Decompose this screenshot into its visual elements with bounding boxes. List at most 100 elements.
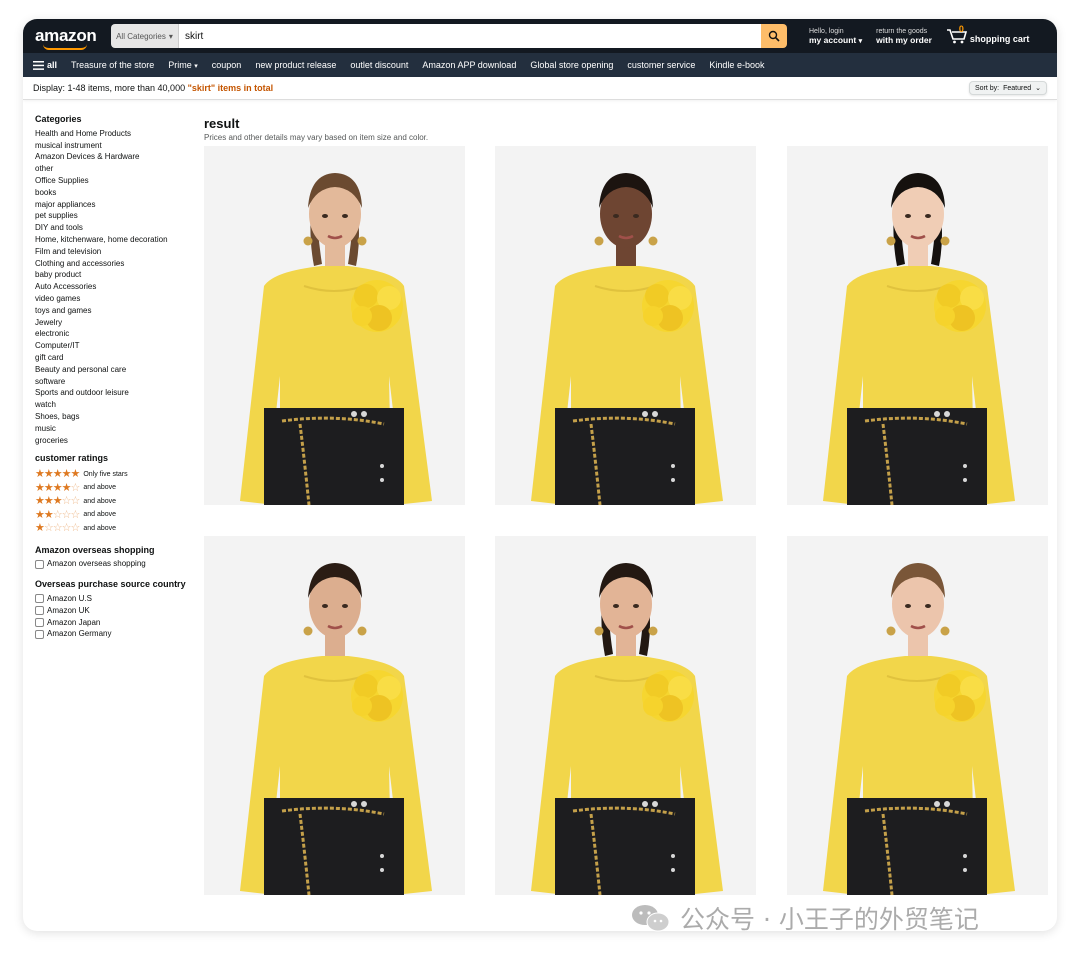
source-country-row[interactable]: Amazon Japan (35, 617, 205, 629)
category-item[interactable]: Auto Accessories (35, 281, 205, 293)
ratings-title: customer ratings (35, 453, 109, 464)
watermark-text: 公众号 · 小王子的外贸笔记 (680, 905, 979, 934)
category-list: Health and Home Products musical instrume… (35, 128, 205, 447)
sort-dropdown[interactable]: Sort by: Featured ⌄ (968, 81, 1047, 95)
category-item[interactable]: pet supplies (35, 210, 205, 222)
checkbox[interactable] (35, 594, 44, 604)
search-icon (768, 30, 780, 42)
overseas-option-label: Amazon overseas shopping (47, 559, 146, 569)
product-card[interactable] (787, 536, 1048, 895)
cart-button[interactable]: 0 shopping cart (946, 24, 1029, 44)
orders-line2: with my order (876, 35, 932, 45)
nav-item-customer-service[interactable]: customer service (627, 60, 695, 70)
caret-down-icon: ▾ (194, 63, 198, 70)
category-item[interactable]: Beauty and personal care (35, 364, 205, 376)
category-item[interactable]: baby product (35, 269, 205, 281)
logo-text: amazon (35, 26, 97, 45)
orders-link[interactable]: return the goods with my order (876, 27, 932, 45)
category-item[interactable]: Health and Home Products (35, 128, 205, 140)
category-item[interactable]: Office Supplies (35, 175, 205, 187)
source-country-label: Amazon Germany (47, 629, 112, 639)
rating-label: Only five stars (83, 470, 128, 478)
results-subtitle: Prices and other details may vary based … (204, 133, 429, 142)
nav-item-app[interactable]: Amazon APP download (422, 60, 516, 70)
nav-item-kindle[interactable]: Kindle e-book (709, 60, 764, 70)
product-card[interactable] (495, 536, 756, 895)
nav-item-coupon[interactable]: coupon (212, 60, 242, 70)
category-item[interactable]: Jewelry (35, 317, 205, 329)
category-item[interactable]: Amazon Devices & Hardware (35, 151, 205, 163)
category-item[interactable]: Sports and outdoor leisure (35, 387, 205, 399)
rating-filter-row[interactable]: ★★★★☆ and above (35, 482, 205, 496)
category-item[interactable]: major appliances (35, 199, 205, 211)
amazon-logo[interactable]: amazon (35, 26, 111, 50)
watermark: 公众号 · 小王子的外贸笔记 (630, 900, 979, 936)
category-item[interactable]: Home, kitchenware, home decoration (35, 234, 205, 246)
all-menu-button[interactable]: all (33, 60, 57, 70)
product-card[interactable] (204, 536, 465, 895)
source-country-row[interactable]: Amazon U.S (35, 593, 205, 605)
category-item[interactable]: Film and television (35, 246, 205, 258)
nav-item-treasure[interactable]: Treasure of the store (71, 60, 154, 70)
category-item[interactable]: video games (35, 293, 205, 305)
nav-item-global-store[interactable]: Global store opening (530, 60, 613, 70)
overseas-checkbox-row[interactable]: Amazon overseas shopping (35, 558, 205, 570)
results-count: Display: 1-48 items, more than 40,000 "s… (33, 83, 273, 93)
category-item[interactable]: Shoes, bags (35, 411, 205, 423)
cart-icon (946, 29, 967, 44)
checkbox[interactable] (35, 629, 44, 639)
category-item[interactable]: other (35, 163, 205, 175)
product-card[interactable] (495, 146, 756, 505)
source-country-row[interactable]: Amazon Germany (35, 628, 205, 640)
product-image (495, 146, 756, 505)
account-menu[interactable]: Hello, login my account ▾ (809, 27, 862, 46)
source-country-label: Amazon Japan (47, 617, 101, 627)
rating-filter-row[interactable]: ★★★☆☆ and above (35, 495, 205, 509)
star-rating-icon: ★★★☆☆ (35, 495, 80, 508)
nav-item-new-release[interactable]: new product release (255, 60, 336, 70)
cart-count: 0 (958, 24, 964, 34)
results-bar: Display: 1-48 items, more than 40,000 "s… (23, 77, 1057, 100)
product-card[interactable] (787, 146, 1048, 505)
category-item[interactable]: software (35, 376, 205, 388)
rating-label: and above (83, 524, 117, 532)
search-input[interactable] (179, 24, 761, 48)
results-title: result (204, 116, 240, 131)
sort-label: Sort by: (974, 84, 1000, 92)
category-item[interactable]: gift card (35, 352, 205, 364)
nav-bar: all Treasure of the store Prime ▾ coupon… (23, 53, 1057, 77)
search-button[interactable] (761, 24, 787, 48)
search-category-select[interactable]: All Categories ▾ (111, 24, 179, 48)
product-card[interactable] (204, 146, 465, 505)
checkbox[interactable] (35, 559, 44, 569)
checkbox[interactable] (35, 617, 44, 627)
category-item[interactable]: books (35, 187, 205, 199)
all-label: all (47, 60, 58, 70)
category-item[interactable]: electronic (35, 328, 205, 340)
category-item[interactable]: DIY and tools (35, 222, 205, 234)
nav-item-outlet[interactable]: outlet discount (350, 60, 408, 70)
source-country-title: Overseas purchase source country (35, 579, 186, 590)
nav-item-prime[interactable]: Prime ▾ (168, 60, 198, 70)
checkbox[interactable] (35, 606, 44, 616)
category-item[interactable]: Computer/IT (35, 340, 205, 352)
category-item[interactable]: toys and games (35, 305, 205, 317)
product-image (204, 536, 465, 895)
source-country-row[interactable]: Amazon UK (35, 605, 205, 617)
category-item[interactable]: Clothing and accessories (35, 258, 205, 270)
results-prefix: Display: 1-48 items, more than 40,000 (33, 83, 186, 93)
category-item[interactable]: music (35, 423, 205, 435)
product-image (787, 536, 1048, 895)
category-item[interactable]: groceries (35, 435, 205, 447)
rating-filter-row[interactable]: ★★☆☆☆ and above (35, 509, 205, 523)
category-item[interactable]: musical instrument (35, 140, 205, 152)
logo-smile-icon (43, 44, 87, 50)
overseas-title: Amazon overseas shopping (35, 544, 155, 555)
caret-down-icon: ▾ (858, 37, 863, 45)
rating-filter-row[interactable]: ★☆☆☆☆ and above (35, 522, 205, 536)
source-country-label: Amazon UK (47, 605, 90, 615)
rating-filter-row[interactable]: ★★★★★ Only five stars (35, 468, 205, 482)
search-bar: All Categories ▾ (111, 24, 787, 48)
star-rating-icon: ★★★★☆ (35, 481, 80, 494)
category-item[interactable]: watch (35, 399, 205, 411)
